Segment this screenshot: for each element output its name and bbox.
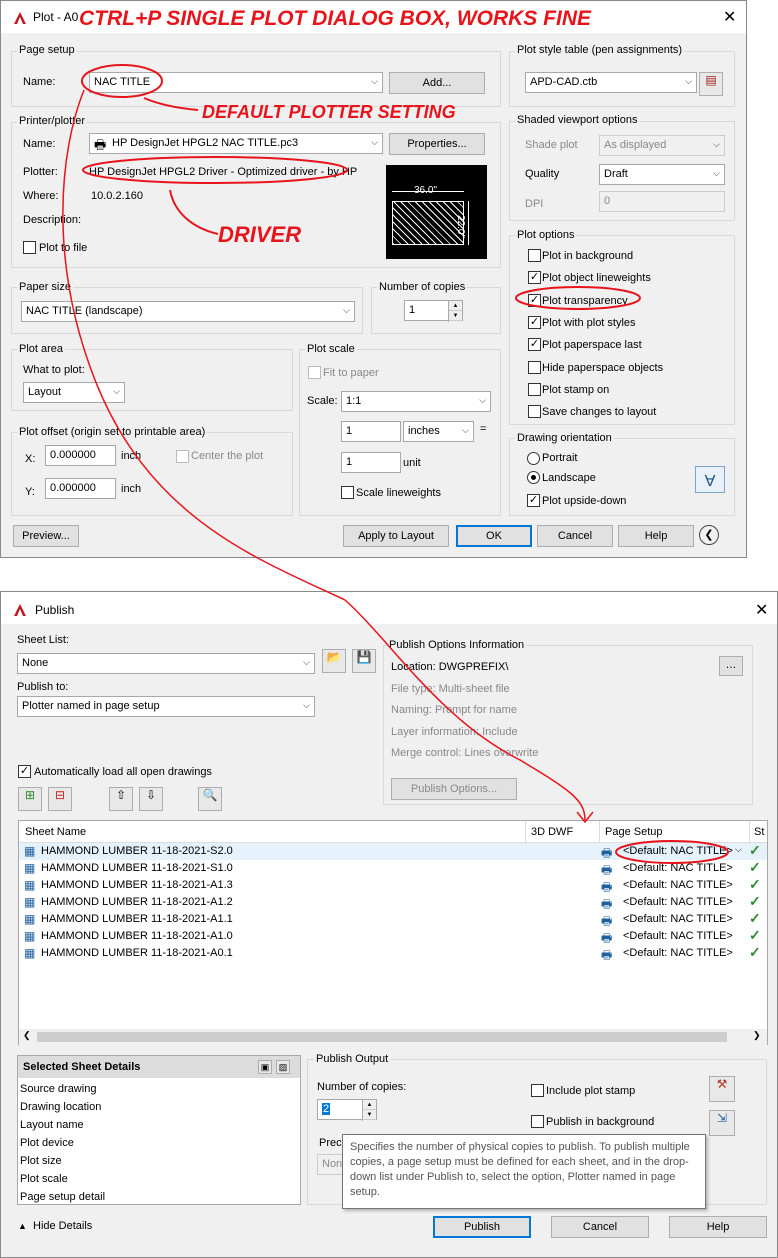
annotation-driver-note: DRIVER (218, 222, 302, 247)
annotation-plotter-note: DEFAULT PLOTTER SETTING (202, 102, 456, 122)
annotation-markup (62, 64, 729, 864)
